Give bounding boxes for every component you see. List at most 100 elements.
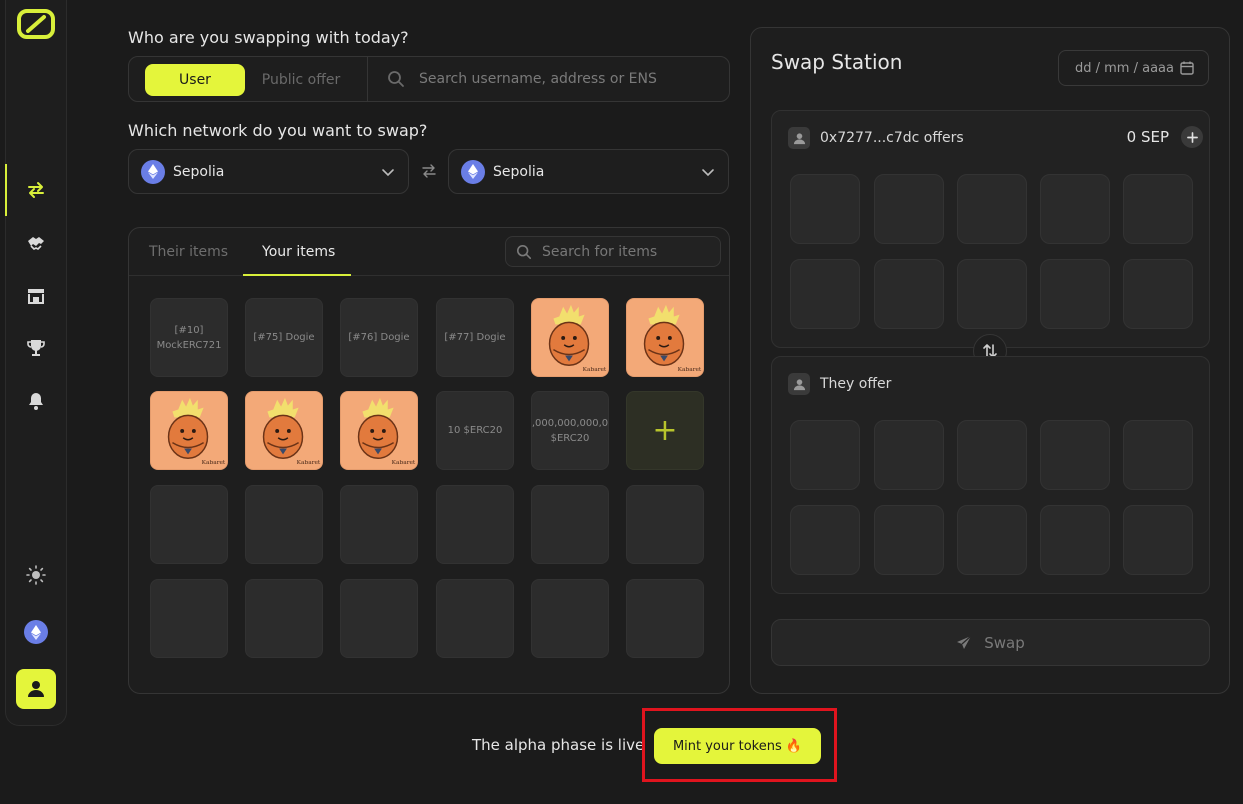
nft-tile[interactable]: Kabaret	[340, 391, 418, 470]
items-tabs: Their items Your items	[129, 228, 729, 276]
their-offer-label: They offer	[820, 376, 892, 392]
empty-slot	[150, 579, 228, 658]
nft-tile[interactable]: Kabaret	[245, 391, 323, 470]
my-offer-header: 0x7277...c7dc offers	[788, 127, 964, 149]
their-offer-header: They offer	[788, 373, 891, 395]
nft-tile[interactable]: Kabaret	[626, 298, 704, 377]
empty-slot	[436, 579, 514, 658]
offer-slot[interactable]	[874, 505, 944, 575]
item-tile[interactable]: [#75] Dogie	[245, 298, 323, 377]
network-question: Which network do you want to swap?	[128, 121, 428, 140]
offer-slot[interactable]	[790, 505, 860, 575]
add-native-token-button[interactable]	[1181, 126, 1203, 148]
network-select-right[interactable]: Sepolia	[448, 149, 729, 194]
tab-your-items[interactable]: Your items	[262, 244, 335, 260]
search-icon	[516, 244, 532, 260]
item-tile[interactable]: [#77] Dogie	[436, 298, 514, 377]
chevron-down-icon	[702, 169, 714, 177]
alpha-phase-text: The alpha phase is live	[472, 736, 645, 754]
offer-slot[interactable]	[1123, 505, 1193, 575]
sidebar-item-store[interactable]	[6, 276, 66, 316]
chevron-down-icon	[382, 169, 394, 177]
nft-character-image: Kabaret	[548, 304, 607, 373]
offer-slot[interactable]	[957, 505, 1027, 575]
nft-label: Kabaret	[202, 460, 226, 466]
bell-icon	[29, 393, 43, 410]
swap-direction-icon	[422, 164, 436, 178]
offer-slot[interactable]	[1040, 174, 1110, 244]
offer-slot[interactable]	[790, 259, 860, 329]
theme-toggle[interactable]	[6, 555, 66, 595]
item-tile[interactable]: [#10] MockERC721	[150, 298, 228, 377]
swap-station: Swap Station dd / mm / aaaa 0x7277...c7d…	[750, 27, 1230, 694]
profile-button[interactable]	[16, 669, 56, 709]
sidebar-item-swap[interactable]	[5, 164, 66, 216]
nft-tile[interactable]: Kabaret	[150, 391, 228, 470]
plus-icon	[1186, 131, 1198, 143]
add-item-button[interactable]: +	[626, 391, 704, 470]
expiry-date-input[interactable]: dd / mm / aaaa	[1058, 50, 1209, 86]
nft-character-image: Kabaret	[357, 397, 416, 466]
my-offer-label: 0x7277...c7dc offers	[820, 130, 964, 146]
item-tile[interactable]: 10 $ERC20	[436, 391, 514, 470]
nft-character-image: Kabaret	[167, 397, 226, 466]
trophy-icon	[27, 340, 45, 356]
empty-slot	[626, 485, 704, 564]
calendar-icon	[1180, 61, 1194, 75]
item-tile[interactable]: [#76] Dogie	[340, 298, 418, 377]
offer-slot[interactable]	[1040, 505, 1110, 575]
offer-slot[interactable]	[957, 174, 1027, 244]
offer-slot[interactable]	[1123, 420, 1193, 490]
their-offer-box: They offer	[771, 356, 1210, 594]
offer-slot[interactable]	[1123, 259, 1193, 329]
swap-arrows-icon	[28, 182, 44, 198]
store-icon	[28, 289, 44, 304]
offer-slot[interactable]	[874, 174, 944, 244]
sidebar	[5, 0, 67, 726]
items-panel: Their items Your items [#10] MockERC721 …	[128, 227, 730, 694]
offer-slot[interactable]	[1040, 420, 1110, 490]
sidebar-item-notifications[interactable]	[6, 381, 66, 421]
empty-slot	[150, 485, 228, 564]
ethereum-icon	[24, 620, 48, 644]
swap-button[interactable]: Swap	[771, 619, 1210, 666]
empty-slot	[245, 579, 323, 658]
offer-slot[interactable]	[874, 420, 944, 490]
network-select-left[interactable]: Sepolia	[128, 149, 409, 194]
offer-slot[interactable]	[874, 259, 944, 329]
network-name: Sepolia	[493, 163, 545, 180]
offer-slot[interactable]	[790, 420, 860, 490]
empty-slot	[245, 485, 323, 564]
swap-button-label: Swap	[984, 633, 1025, 652]
user-icon	[28, 681, 44, 697]
offer-slot[interactable]	[1123, 174, 1193, 244]
network-selector[interactable]	[6, 612, 66, 652]
tab-their-items[interactable]: Their items	[149, 244, 228, 260]
ethereum-icon	[141, 159, 165, 184]
item-tile[interactable]: 20,000,000,000,000,000,000 $ERC20	[531, 391, 609, 470]
offer-slot[interactable]	[957, 420, 1027, 490]
handshake-icon	[28, 237, 44, 250]
search-user-input[interactable]	[379, 63, 719, 95]
item-search-input[interactable]	[536, 237, 716, 266]
nft-tile[interactable]: Kabaret	[531, 298, 609, 377]
sidebar-item-leaderboard[interactable]	[6, 328, 66, 368]
offer-slot[interactable]	[790, 174, 860, 244]
empty-slot	[436, 485, 514, 564]
mode-user-button[interactable]: User	[145, 64, 245, 96]
offer-slot[interactable]	[957, 259, 1027, 329]
logo-icon[interactable]	[6, 6, 66, 42]
nft-label: Kabaret	[392, 460, 416, 466]
ethereum-icon	[461, 159, 485, 184]
offer-slot[interactable]	[1040, 259, 1110, 329]
mode-public-offer-button[interactable]: Public offer	[251, 64, 351, 96]
swap-mode-bar: User Public offer	[128, 56, 730, 102]
send-icon	[957, 635, 972, 649]
date-placeholder: dd / mm / aaaa	[1075, 60, 1174, 76]
sun-icon	[26, 565, 46, 585]
user-icon	[788, 127, 810, 149]
active-tab-indicator	[243, 274, 351, 276]
sidebar-item-offers[interactable]	[6, 223, 66, 263]
nft-label: Kabaret	[678, 367, 702, 373]
item-search[interactable]	[505, 236, 721, 267]
